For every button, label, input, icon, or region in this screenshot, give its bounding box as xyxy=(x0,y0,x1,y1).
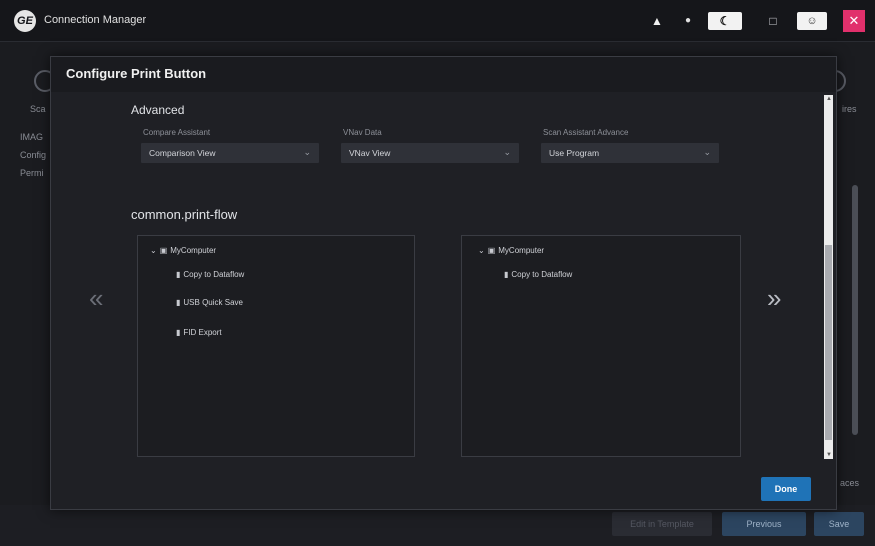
scroll-down-icon[interactable]: ▼ xyxy=(826,452,832,458)
background-label: Sca xyxy=(30,104,46,114)
tree-item[interactable]: ▮ FID Export xyxy=(176,328,222,337)
monitor-icon[interactable]: □ xyxy=(764,12,782,30)
user-icon[interactable]: ☺ xyxy=(797,12,827,30)
compare-assistant-label: Compare Assistant xyxy=(143,128,211,137)
chevron-down-icon: ⌄ xyxy=(703,147,711,157)
configure-print-dialog: Configure Print Button Advanced Compare … xyxy=(50,56,837,510)
ge-logo: GE xyxy=(14,10,36,32)
scan-assistant-advance-select[interactable]: Use Program ⌄ xyxy=(541,143,719,163)
background-label: Permi xyxy=(20,168,44,178)
advanced-section-title: Advanced xyxy=(131,103,185,117)
dialog-header: Configure Print Button xyxy=(51,57,836,92)
background-label: IMAG xyxy=(20,132,44,142)
tree-root[interactable]: ⌄ ▣ MyComputer xyxy=(478,246,544,255)
scroll-up-icon[interactable]: ▲ xyxy=(826,96,832,102)
select-value: Comparison View xyxy=(149,148,216,158)
chevron-down-icon[interactable]: ⌄ xyxy=(478,246,485,255)
chevron-down-icon: ⌄ xyxy=(503,147,511,157)
background-label: aces xyxy=(840,478,860,488)
background-label: Config xyxy=(20,150,47,160)
edit-template-button: Edit in Template xyxy=(612,512,712,536)
file-icon: ▮ xyxy=(176,328,181,337)
tree-item[interactable]: ▮ Copy to Dataflow xyxy=(504,270,572,279)
dialog-title: Configure Print Button xyxy=(66,66,207,81)
computer-icon: ▣ xyxy=(159,246,168,255)
background-label: ires xyxy=(842,104,857,114)
tree-item[interactable]: ▮ USB Quick Save xyxy=(176,298,243,307)
select-value: VNav View xyxy=(349,148,391,158)
file-icon: ▮ xyxy=(176,270,181,279)
chevron-down-icon: ⌄ xyxy=(303,147,311,157)
file-icon: ▮ xyxy=(176,298,181,307)
file-icon: ▮ xyxy=(504,270,509,279)
computer-icon: ▣ xyxy=(487,246,496,255)
previous-button[interactable]: Previous xyxy=(722,512,806,536)
selected-tree-panel: ⌄ ▣ MyComputer ▮ Copy to Dataflow xyxy=(461,235,741,457)
app-title: Connection Manager xyxy=(44,14,147,26)
close-icon[interactable]: ✕ xyxy=(843,10,865,32)
moon-icon[interactable]: ☾ xyxy=(708,12,742,30)
tree-root[interactable]: ⌄ ▣ MyComputer xyxy=(150,246,216,255)
select-value: Use Program xyxy=(549,148,600,158)
scroll-thumb[interactable] xyxy=(825,245,832,440)
chevron-down-icon[interactable]: ⌄ xyxy=(150,246,157,255)
title-bar: GE Connection Manager ▲ ● ☾ □ ☺ ✕ xyxy=(0,0,875,42)
save-button[interactable]: Save xyxy=(814,512,864,536)
vnav-data-select[interactable]: VNav View ⌄ xyxy=(341,143,519,163)
compare-assistant-select[interactable]: Comparison View ⌄ xyxy=(141,143,319,163)
done-button[interactable]: Done xyxy=(761,477,811,501)
sun-icon[interactable]: ● xyxy=(680,12,696,30)
bell-icon[interactable]: ▲ xyxy=(650,12,664,30)
background-scrollbar[interactable] xyxy=(852,185,858,435)
available-tree-panel: ⌄ ▣ MyComputer ▮ Copy to Dataflow ▮ USB Quic… xyxy=(137,235,415,457)
vnav-data-label: VNav Data xyxy=(343,128,382,137)
previous-page-arrow[interactable]: « xyxy=(89,283,103,314)
dialog-scrollbar[interactable]: ▲ ▼ xyxy=(824,95,833,459)
tree-item[interactable]: ▮ Copy to Dataflow xyxy=(176,270,244,279)
next-page-arrow[interactable]: » xyxy=(767,283,781,314)
print-flow-title: common.print-flow xyxy=(131,207,238,222)
scan-assistant-advance-label: Scan Assistant Advance xyxy=(543,128,629,137)
